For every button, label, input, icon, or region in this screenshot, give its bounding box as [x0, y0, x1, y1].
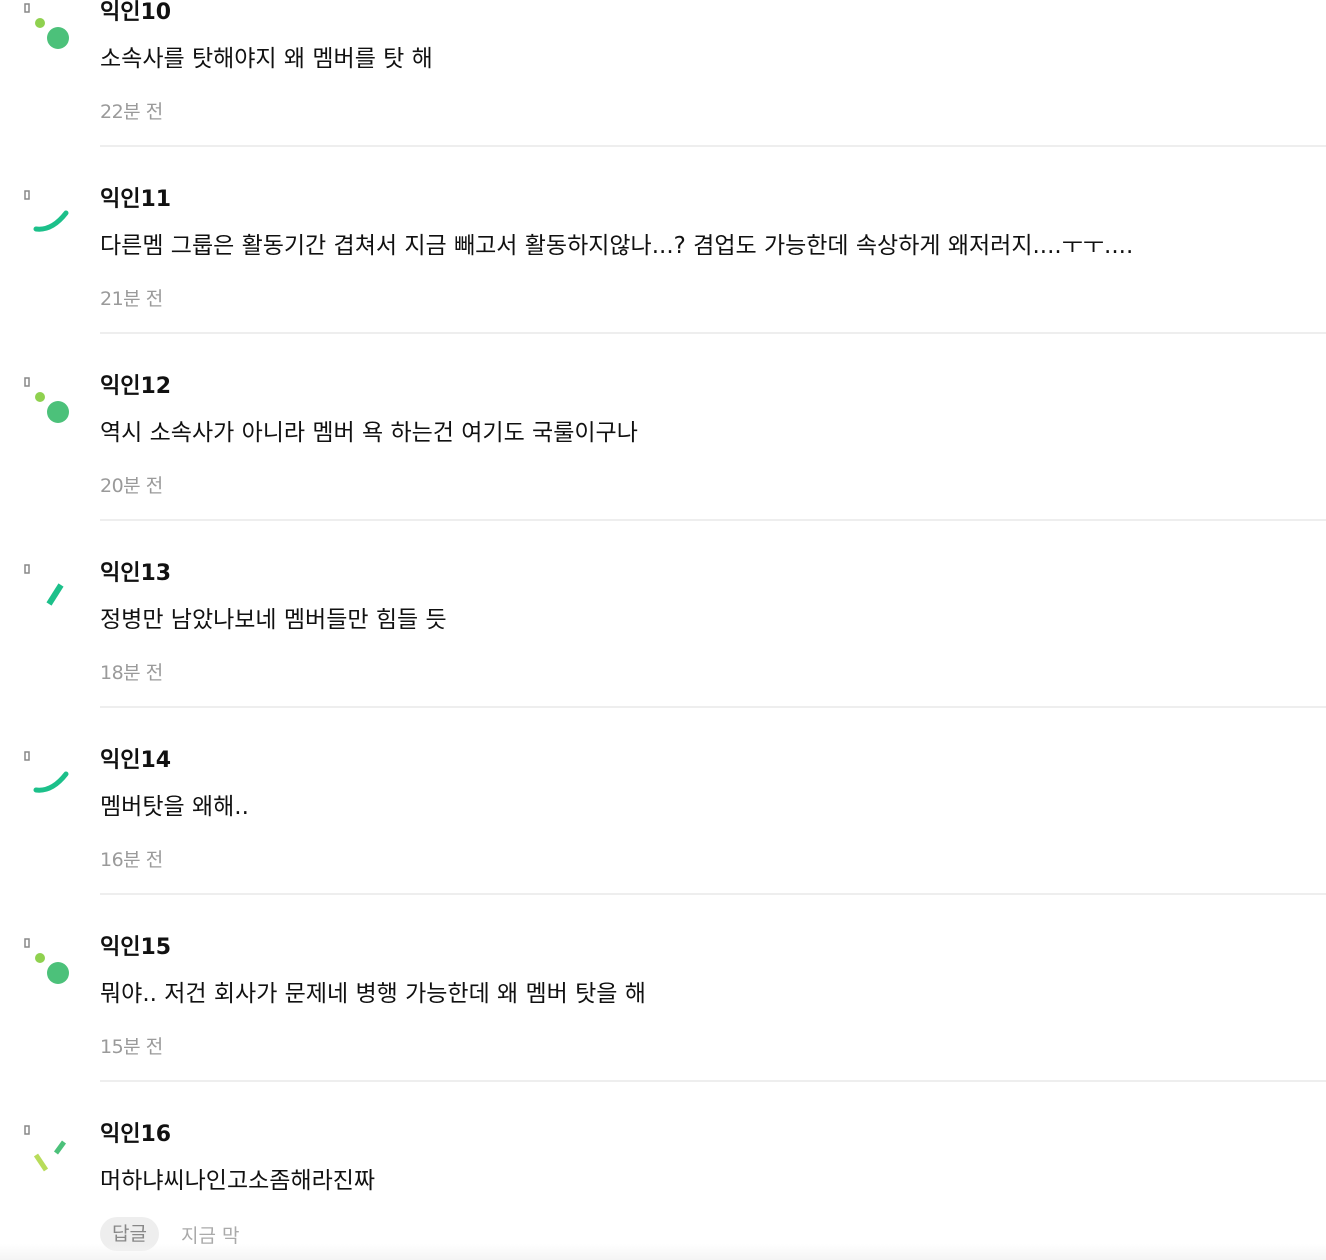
comment-text: 머하냐씨나인고소좀해라진짜: [100, 1168, 376, 1194]
comment-text: 뭐야.. 저건 회사가 문제네 병행 가능한데 왜 멤버 탓을 해: [100, 981, 646, 1007]
comment-time: 16분 전: [100, 849, 163, 871]
comment-item: 익인10 소속사를 탓해야지 왜 멤버를 탓 해 22분 전: [0, 0, 1326, 187]
comment-text: 멤버탓을 왜해..: [100, 794, 249, 820]
comment-item: 익인12 역시 소속사가 아니라 멤버 욕 하는건 여기도 국룰이구나 20분 …: [0, 374, 1326, 561]
dot-circle-avatar-icon[interactable]: [22, 0, 78, 56]
comment-divider: [100, 1080, 1326, 1082]
arc-avatar-icon[interactable]: [22, 748, 78, 804]
comment-time: 22분 전: [100, 101, 163, 123]
comment-author[interactable]: 익인13: [100, 561, 171, 587]
comment-author[interactable]: 익인11: [100, 187, 171, 213]
comment-list: 익인10 소속사를 탓해야지 왜 멤버를 탓 해 22분 전 익인11 다른멤 …: [0, 0, 1326, 1260]
comment-time: 18분 전: [100, 662, 163, 684]
dot-circle-avatar-icon[interactable]: [22, 935, 78, 991]
comment-time: 20분 전: [100, 475, 163, 497]
comment-item: 익인14 멤버탓을 왜해.. 16분 전: [0, 748, 1326, 935]
comment-text: 소속사를 탓해야지 왜 멤버를 탓 해: [100, 46, 433, 72]
arc-avatar-icon[interactable]: [22, 187, 78, 243]
comment-item: 익인13 정병만 남았나보네 멤버들만 힘들 듯 18분 전: [0, 561, 1326, 748]
comment-author[interactable]: 익인14: [100, 748, 171, 774]
comment-author[interactable]: 익인16: [100, 1122, 171, 1148]
comment-item: 익인11 다른멤 그룹은 활동기간 겹쳐서 지금 빼고서 활동하지않나...? …: [0, 187, 1326, 374]
comment-divider: [100, 145, 1326, 147]
comment-item: 익인15 뭐야.. 저건 회사가 문제네 병행 가능한데 왜 멤버 탓을 해 1…: [0, 935, 1326, 1122]
comment-divider: [100, 519, 1326, 521]
comment-divider: [100, 332, 1326, 334]
comment-author[interactable]: 익인10: [100, 0, 171, 26]
dot-circle-avatar-icon[interactable]: [22, 374, 78, 430]
comment-time: 21분 전: [100, 288, 163, 310]
comment-text: 정병만 남았나보네 멤버들만 힘들 듯: [100, 607, 447, 633]
comment-author[interactable]: 익인15: [100, 935, 171, 961]
sparkle-avatar-icon[interactable]: [22, 1122, 78, 1178]
comment-time: 15분 전: [100, 1036, 163, 1058]
comment-text: 다른멤 그룹은 활동기간 겹쳐서 지금 빼고서 활동하지않나...? 겸업도 가…: [100, 233, 1134, 259]
slash-avatar-icon[interactable]: [22, 561, 78, 617]
comment-author[interactable]: 익인12: [100, 374, 171, 400]
bottom-fade: [0, 1244, 1326, 1260]
comment-text: 역시 소속사가 아니라 멤버 욕 하는건 여기도 국룰이구나: [100, 420, 638, 446]
comment-divider: [100, 893, 1326, 895]
comment-divider: [100, 706, 1326, 708]
